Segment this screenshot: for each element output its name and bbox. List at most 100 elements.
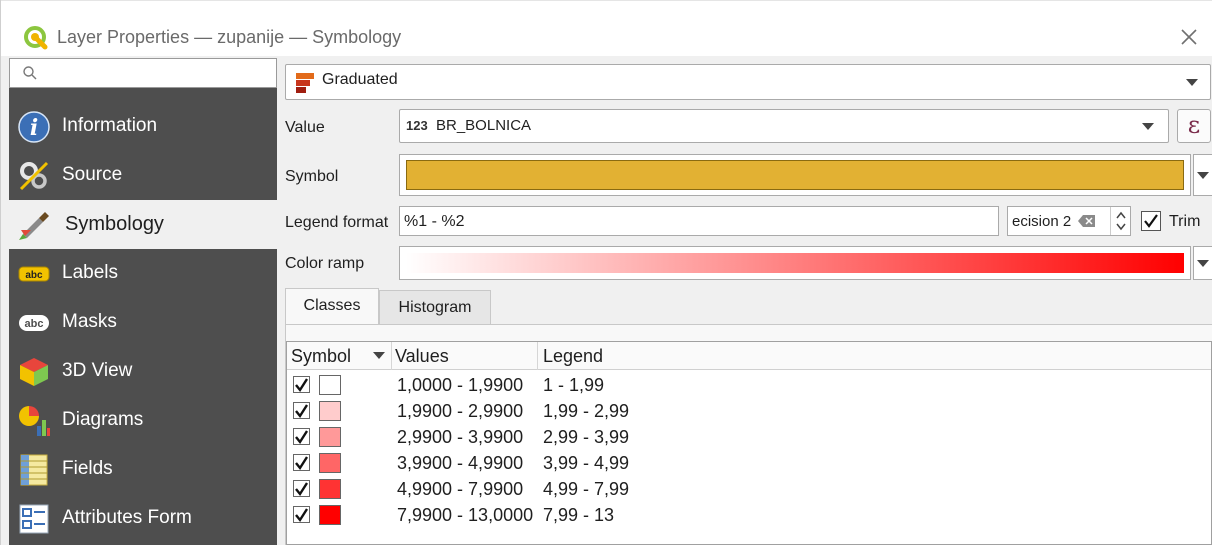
table-row[interactable]: 2,9900 - 3,9900 2,99 - 3,99 <box>287 424 1211 450</box>
column-header-values[interactable]: Values <box>395 346 449 367</box>
legend-format-label: Legend format <box>285 214 389 231</box>
sidebar-item-information[interactable]: i Information <box>9 102 277 151</box>
class-visibility-checkbox[interactable] <box>293 454 310 471</box>
sidebar-item-3d-view[interactable]: 3D View <box>9 347 277 396</box>
class-symbol-swatch[interactable] <box>319 453 341 473</box>
legend-format-value: %1 - %2 <box>404 213 465 230</box>
class-legend[interactable]: 7,99 - 13 <box>543 505 614 526</box>
class-visibility-checkbox[interactable] <box>293 506 310 523</box>
color-ramp-menu-dropdown[interactable] <box>1193 246 1212 280</box>
checkmark-icon <box>293 506 310 523</box>
classes-table[interactable]: Symbol Values Legend 1,0000 - 1,9900 1 - … <box>286 341 1212 545</box>
qgis-logo-icon <box>24 26 48 50</box>
classes-panel: Symbol Values Legend 1,0000 - 1,9900 1 - … <box>285 324 1212 545</box>
class-visibility-checkbox[interactable] <box>293 428 310 445</box>
table-row[interactable]: 7,9900 - 13,0000 7,99 - 13 <box>287 502 1211 528</box>
symbol-menu-dropdown[interactable] <box>1193 154 1212 196</box>
svg-text:i: i <box>30 115 38 141</box>
class-legend[interactable]: 1,99 - 2,99 <box>543 401 629 422</box>
trim-checkbox[interactable] <box>1141 211 1161 231</box>
3d-view-icon <box>20 358 48 386</box>
trim-label: Trim <box>1169 213 1201 230</box>
class-visibility-checkbox[interactable] <box>293 480 310 497</box>
sidebar-item-symbology[interactable]: Symbology <box>9 200 277 249</box>
symbol-button[interactable] <box>399 154 1191 196</box>
sidebar-item-label: Masks <box>62 311 117 332</box>
class-values[interactable]: 4,9900 - 7,9900 <box>397 479 523 500</box>
sidebar-item-fields[interactable]: Fields <box>9 445 277 494</box>
table-row[interactable]: 1,0000 - 1,9900 1 - 1,99 <box>287 372 1211 398</box>
renderer-type-dropdown[interactable]: Graduated <box>285 64 1211 100</box>
symbol-color-swatch <box>406 160 1184 190</box>
svg-text:abc: abc <box>25 270 43 281</box>
class-legend[interactable]: 2,99 - 3,99 <box>543 427 629 448</box>
title-bar: Layer Properties — zupanije — Symbology <box>1 0 1212 56</box>
spin-up-down-icon <box>1116 211 1126 231</box>
value-field-name: BR_BOLNICA <box>436 117 532 134</box>
checkmark-icon <box>293 402 310 419</box>
sidebar-item-label: Attributes Form <box>62 507 192 528</box>
class-values[interactable]: 1,9900 - 2,9900 <box>397 401 523 422</box>
class-symbol-swatch[interactable] <box>319 479 341 499</box>
symbology-panel: Graduated Value 123 BR_BOLNICA ε Symbol … <box>277 58 1212 545</box>
checkmark-icon <box>293 480 310 497</box>
table-row[interactable]: 4,9900 - 7,9900 4,99 - 7,99 <box>287 476 1211 502</box>
sidebar-item-label: Labels <box>62 262 118 283</box>
column-header-legend[interactable]: Legend <box>543 346 603 367</box>
tab-classes[interactable]: Classes <box>285 288 379 326</box>
sidebar-item-label: Diagrams <box>62 409 144 430</box>
diagrams-icon <box>19 406 50 436</box>
class-symbol-swatch[interactable] <box>319 427 341 447</box>
column-separator <box>537 342 538 370</box>
color-ramp-button[interactable] <box>399 246 1191 280</box>
class-values[interactable]: 7,9900 - 13,0000 <box>397 505 533 526</box>
table-header: Symbol Values Legend <box>287 342 1211 370</box>
fields-icon <box>20 454 48 486</box>
source-icon <box>19 161 49 191</box>
class-legend[interactable]: 3,99 - 4,99 <box>543 453 629 474</box>
class-values[interactable]: 2,9900 - 3,9900 <box>397 427 523 448</box>
checkmark-icon <box>293 428 310 445</box>
sidebar-item-source[interactable]: Source <box>9 151 277 200</box>
column-header-symbol[interactable]: Symbol <box>291 346 351 367</box>
table-row[interactable]: 1,9900 - 2,9900 1,99 - 2,99 <box>287 398 1211 424</box>
sidebar-item-label: Symbology <box>65 213 164 235</box>
sort-down-icon <box>373 352 385 359</box>
value-field-dropdown[interactable]: 123 BR_BOLNICA <box>399 109 1169 143</box>
sidebar-item-labels[interactable]: abc Labels <box>9 249 277 298</box>
class-visibility-checkbox[interactable] <box>293 376 310 393</box>
precision-value: ecision 2 <box>1012 213 1072 230</box>
class-symbol-swatch[interactable] <box>319 401 341 421</box>
class-visibility-checkbox[interactable] <box>293 402 310 419</box>
sidebar-search-input[interactable] <box>9 58 277 88</box>
precision-spinbox[interactable]: ecision 2 <box>1007 206 1131 236</box>
search-icon <box>23 66 37 80</box>
value-label: Value <box>285 119 325 136</box>
expression-button[interactable]: ε <box>1177 109 1211 143</box>
class-legend[interactable]: 1 - 1,99 <box>543 375 604 396</box>
sidebar-item-masks[interactable]: abc Masks <box>9 298 277 347</box>
clear-icon[interactable] <box>1078 214 1096 228</box>
checkmark-icon <box>293 376 310 393</box>
chevron-down-icon <box>1197 172 1209 179</box>
sidebar: i Information Source Symbology abc Label… <box>9 58 277 545</box>
symbol-label: Symbol <box>285 168 339 185</box>
close-icon[interactable] <box>1177 25 1201 49</box>
class-legend[interactable]: 4,99 - 7,99 <box>543 479 629 500</box>
class-values[interactable]: 1,0000 - 1,9900 <box>397 375 523 396</box>
sidebar-item-attributes-form[interactable]: Attributes Form <box>9 494 277 543</box>
information-icon: i <box>18 111 50 143</box>
class-values[interactable]: 3,9900 - 4,9900 <box>397 453 523 474</box>
masks-icon: abc <box>19 315 49 331</box>
tab-histogram[interactable]: Histogram <box>379 290 491 326</box>
color-ramp-gradient <box>406 253 1184 273</box>
legend-format-input[interactable]: %1 - %2 <box>399 206 999 236</box>
class-symbol-swatch[interactable] <box>319 375 341 395</box>
sidebar-item-label: 3D View <box>62 360 133 381</box>
sidebar-item-diagrams[interactable]: Diagrams <box>9 396 277 445</box>
sidebar-item-label: Source <box>62 164 123 185</box>
sidebar-item-label: Fields <box>62 458 113 479</box>
class-symbol-swatch[interactable] <box>319 505 341 525</box>
spin-arrows[interactable] <box>1110 207 1130 235</box>
table-row[interactable]: 3,9900 - 4,9900 3,99 - 4,99 <box>287 450 1211 476</box>
